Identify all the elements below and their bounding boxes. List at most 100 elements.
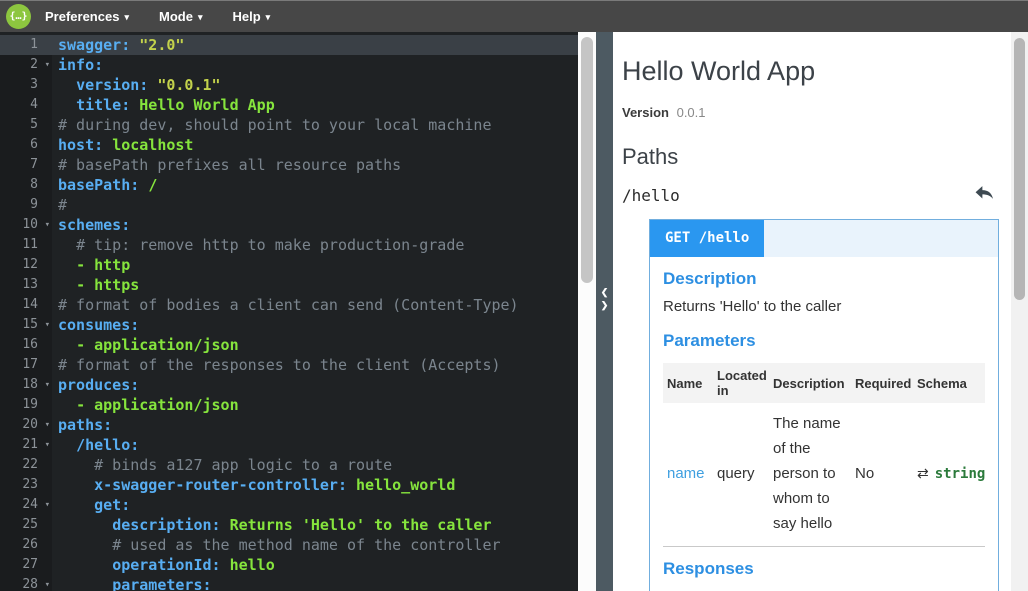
code-text: - application/json [52, 335, 239, 355]
code-text: paths: [52, 415, 112, 435]
line-number: 28▾ [0, 575, 52, 591]
editor-line[interactable]: 15▾consumes: [0, 315, 578, 335]
editor-line[interactable]: 27 operationId: hello [0, 555, 578, 575]
line-number: 18▾ [0, 375, 52, 395]
editor-line[interactable]: 28▾ parameters: [0, 575, 578, 591]
param-name-link[interactable]: name [667, 465, 705, 482]
description-text: Returns 'Hello' to the caller [663, 298, 985, 315]
chevron-down-icon: ▾ [198, 12, 203, 23]
line-number: 14 [0, 295, 52, 315]
fold-arrow-icon[interactable]: ▾ [45, 575, 50, 591]
param-required: No [851, 403, 913, 544]
column-header-name: Name [663, 363, 713, 403]
menu-mode[interactable]: Mode ▾ [159, 9, 202, 24]
swap-arrows-icon[interactable]: ⇄ [917, 465, 929, 481]
pane-splitter[interactable]: ❮ ❯ [596, 32, 613, 591]
code-text: - application/json [52, 395, 239, 415]
editor-line[interactable]: 11 # tip: remove http to make production… [0, 235, 578, 255]
editor-line[interactable]: 4 title: Hello World App [0, 95, 578, 115]
chevron-left-icon[interactable]: ❮ [601, 287, 609, 298]
line-number: 12 [0, 255, 52, 275]
back-arrow-icon[interactable] [974, 184, 995, 206]
menu-help[interactable]: Help ▾ [232, 9, 270, 24]
editor-line[interactable]: 8basePath: / [0, 175, 578, 195]
editor-line[interactable]: 23 x-swagger-router-controller: hello_wo… [0, 475, 578, 495]
editor-line[interactable]: 5# during dev, should point to your loca… [0, 115, 578, 135]
editor-line[interactable]: 26 # used as the method name of the cont… [0, 535, 578, 555]
chevron-right-icon[interactable]: ❯ [601, 300, 609, 311]
line-number: 15▾ [0, 315, 52, 335]
editor-line[interactable]: 21▾ /hello: [0, 435, 578, 455]
line-number: 17 [0, 355, 52, 375]
tab-get-hello[interactable]: GET /hello [650, 220, 764, 257]
paths-heading: Paths [622, 144, 999, 170]
code-text: # format of the responses to the client … [52, 355, 501, 375]
code-text: - https [52, 275, 139, 295]
schema-type: string [935, 466, 986, 482]
editor-line[interactable]: 2▾info: [0, 55, 578, 75]
fold-arrow-icon[interactable]: ▾ [45, 215, 50, 235]
code-text: description: Returns 'Hello' to the call… [52, 515, 492, 535]
code-text: # basePath prefixes all resource paths [52, 155, 401, 175]
parameters-table: Name Located in Description Required Sch… [663, 363, 985, 544]
panel-scrollbar-thumb[interactable] [1014, 38, 1025, 300]
fold-arrow-icon[interactable]: ▾ [45, 415, 50, 435]
editor-line[interactable]: 14# format of bodies a client can send (… [0, 295, 578, 315]
line-number: 3 [0, 75, 52, 95]
line-number: 27 [0, 555, 52, 575]
editor-line[interactable]: 25 description: Returns 'Hello' to the c… [0, 515, 578, 535]
editor-line[interactable]: 10▾schemes: [0, 215, 578, 235]
code-text: # binds a127 app logic to a route [52, 455, 392, 475]
line-number: 21▾ [0, 435, 52, 455]
line-number: 2▾ [0, 55, 52, 75]
code-text: consumes: [52, 315, 139, 335]
line-number: 22 [0, 455, 52, 475]
fold-arrow-icon[interactable]: ▾ [45, 55, 50, 75]
fold-arrow-icon[interactable]: ▾ [45, 495, 50, 515]
editor-scrollbar-thumb[interactable] [581, 37, 593, 283]
code-text: # [52, 195, 67, 215]
line-number: 6 [0, 135, 52, 155]
editor-scrollbar[interactable] [578, 32, 596, 591]
code-text: title: Hello World App [52, 95, 275, 115]
code-text: x-swagger-router-controller: hello_world [52, 475, 455, 495]
menu-preferences-label: Preferences [45, 9, 119, 24]
code-text: schemes: [52, 215, 130, 235]
editor-line[interactable]: 19 - application/json [0, 395, 578, 415]
editor-line[interactable]: 20▾paths: [0, 415, 578, 435]
editor-line[interactable]: 9# [0, 195, 578, 215]
code-text: get: [52, 495, 130, 515]
line-number: 4 [0, 95, 52, 115]
code-text: # tip: remove http to make production-gr… [52, 235, 464, 255]
menu-preferences[interactable]: Preferences ▾ [45, 9, 129, 24]
editor-line[interactable]: 13 - https [0, 275, 578, 295]
line-number: 20▾ [0, 415, 52, 435]
menu-help-label: Help [232, 9, 260, 24]
editor-line[interactable]: 18▾produces: [0, 375, 578, 395]
path-row: /hello [622, 184, 999, 206]
editor-line[interactable]: 7# basePath prefixes all resource paths [0, 155, 578, 175]
code-text: /hello: [52, 435, 139, 455]
editor-line[interactable]: 3 version: "0.0.1" [0, 75, 578, 95]
yaml-code-editor[interactable]: 1swagger: "2.0"2▾info:3 version: "0.0.1"… [0, 32, 578, 591]
fold-arrow-icon[interactable]: ▾ [45, 375, 50, 395]
line-number: 13 [0, 275, 52, 295]
editor-line[interactable]: 1swagger: "2.0" [0, 35, 578, 55]
fold-arrow-icon[interactable]: ▾ [45, 435, 50, 455]
line-number: 5 [0, 115, 52, 135]
editor-line[interactable]: 24▾ get: [0, 495, 578, 515]
code-text: # format of bodies a client can send (Co… [52, 295, 519, 315]
chevron-down-icon: ▾ [266, 12, 271, 23]
fold-arrow-icon[interactable]: ▾ [45, 315, 50, 335]
code-text: version: "0.0.1" [52, 75, 221, 95]
editor-line[interactable]: 12 - http [0, 255, 578, 275]
responses-heading: Responses [663, 559, 985, 579]
panel-scrollbar[interactable] [1011, 32, 1028, 591]
editor-line[interactable]: 17# format of the responses to the clien… [0, 355, 578, 375]
editor-line[interactable]: 6host: localhost [0, 135, 578, 155]
editor-line[interactable]: 22 # binds a127 app logic to a route [0, 455, 578, 475]
menu-mode-label: Mode [159, 9, 193, 24]
line-number: 23 [0, 475, 52, 495]
editor-line[interactable]: 16 - application/json [0, 335, 578, 355]
version-label: Version [622, 105, 669, 120]
